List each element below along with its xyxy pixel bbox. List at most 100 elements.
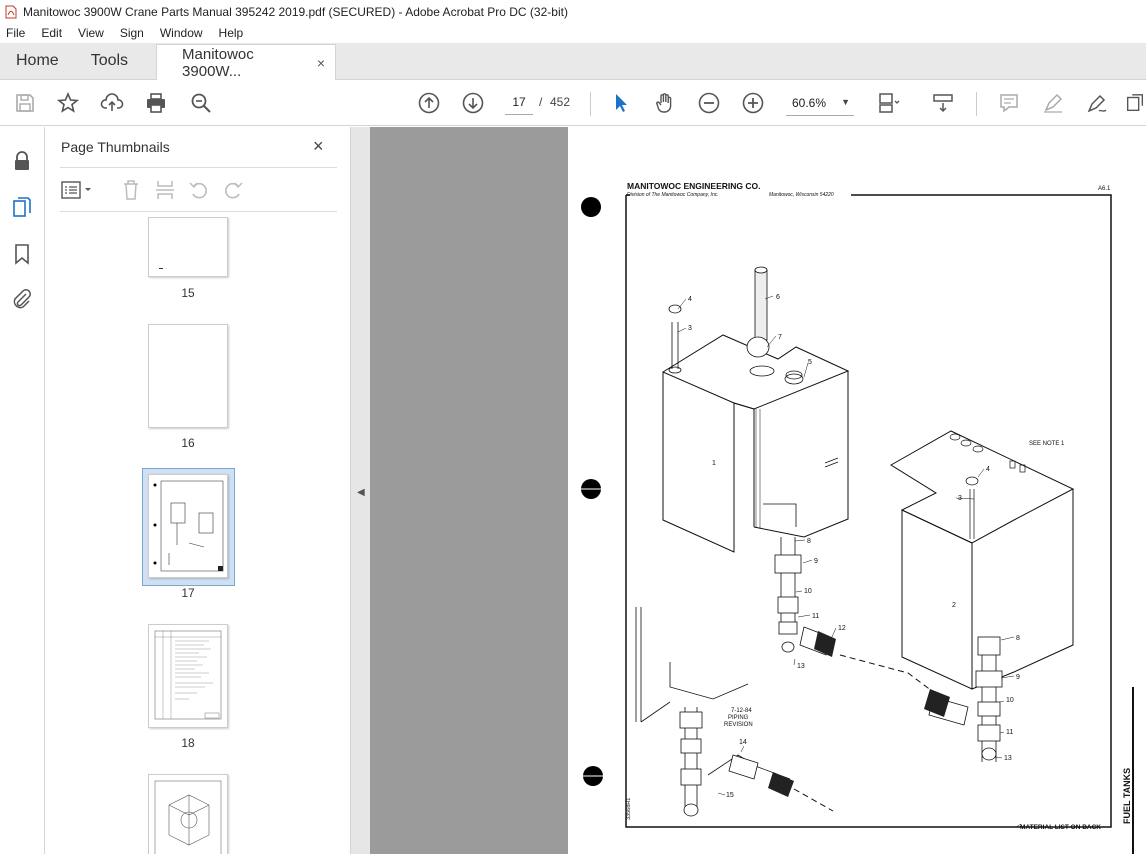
close-icon[interactable]: × xyxy=(313,136,324,157)
fit-page-icon[interactable] xyxy=(876,90,902,116)
thumbnail-label: 15 xyxy=(181,286,195,300)
pdf-page: 1 2 3 3 4 4 5 6 7 8 8 9 9 10 10 11 11 12… xyxy=(568,127,1146,854)
print-icon[interactable] xyxy=(143,90,169,116)
document-view[interactable]: 1 2 3 3 4 4 5 6 7 8 8 9 9 10 10 11 11 12… xyxy=(370,127,1146,854)
callout-11b: 11 xyxy=(1006,729,1013,736)
thumbnail-label: 17 xyxy=(181,586,195,600)
close-tab-icon[interactable]: × xyxy=(317,55,325,71)
thumbnail-label: 18 xyxy=(181,736,195,750)
acrobat-app-icon xyxy=(5,5,17,18)
rotate-right-icon[interactable] xyxy=(222,178,244,202)
attachment-icon[interactable] xyxy=(10,287,34,311)
tab-home[interactable]: Home xyxy=(0,43,75,79)
search-zoom-icon[interactable] xyxy=(188,90,214,116)
page-thumbnails-panel: Page Thumbnails × 15 16 17 18 xyxy=(45,127,387,854)
callout-9b: 9 xyxy=(1016,674,1020,681)
callout-9: 9 xyxy=(814,558,818,565)
zoom-out-icon[interactable] xyxy=(696,90,722,116)
callout-14: 14 xyxy=(739,739,747,746)
export-icon[interactable] xyxy=(1124,90,1146,116)
menu-help[interactable]: Help xyxy=(211,26,252,40)
sign-icon[interactable] xyxy=(1084,90,1110,116)
pages-icon[interactable] xyxy=(10,195,34,219)
page-down-icon[interactable] xyxy=(460,90,486,116)
rotate-left-icon[interactable] xyxy=(188,178,210,202)
delete-icon[interactable] xyxy=(120,178,142,202)
company-name: MANITOWOC ENGINEERING CO. xyxy=(627,181,761,191)
page-code: A6.1 xyxy=(1098,186,1111,192)
side-title: FUEL TANKS xyxy=(1122,768,1132,824)
hand-icon[interactable] xyxy=(652,90,678,116)
divider xyxy=(60,167,337,168)
material-list-note: MATERIAL LIST ON BACK xyxy=(1020,824,1101,831)
scroll-mode-icon[interactable] xyxy=(930,90,956,116)
callout-11: 11 xyxy=(812,613,819,620)
zoom-in-icon[interactable] xyxy=(740,90,766,116)
revision-date: 7-12-84 xyxy=(731,708,752,714)
zoom-level-value: 60.6% xyxy=(792,95,827,110)
thumbnail-label: 16 xyxy=(181,436,195,450)
thumbnail-list: 15 16 17 18 xyxy=(45,217,330,854)
revision-text-1: PIPING xyxy=(728,715,749,721)
divider xyxy=(60,211,337,212)
page-up-icon[interactable] xyxy=(416,90,442,116)
toolbar-divider xyxy=(590,92,591,116)
callout-2: 2 xyxy=(952,602,956,609)
extract-pages-icon[interactable] xyxy=(154,178,176,202)
options-menu-icon[interactable] xyxy=(60,179,96,201)
callout-6: 6 xyxy=(776,294,780,301)
page-total: 452 xyxy=(550,95,571,109)
callout-13: 13 xyxy=(797,663,805,670)
comment-icon[interactable] xyxy=(996,90,1022,116)
menu-view[interactable]: View xyxy=(70,26,112,40)
thumbnail-page[interactable] xyxy=(148,324,228,428)
chevron-down-icon: ▼ xyxy=(841,97,850,107)
menu-window[interactable]: Window xyxy=(152,26,211,40)
callout-1: 1 xyxy=(712,460,716,467)
thumbnail-page[interactable] xyxy=(148,774,228,854)
revision-text-2: REVISION xyxy=(724,722,753,728)
callout-4: 4 xyxy=(688,296,692,303)
zoom-level-select[interactable]: 60.6% ▼ xyxy=(786,90,854,116)
save-icon[interactable] xyxy=(12,90,38,116)
collapse-panel-icon[interactable]: ◀ xyxy=(357,487,365,498)
thumbnail-page[interactable] xyxy=(148,217,228,277)
title-bar: Manitowoc 3900W Crane Parts Manual 39524… xyxy=(0,0,1146,23)
drawing-number: 33568H1 xyxy=(626,798,632,820)
upload-icon[interactable] xyxy=(99,90,125,116)
callout-5: 5 xyxy=(808,359,812,366)
toolbar-divider xyxy=(976,92,977,116)
callout-3: 3 xyxy=(688,325,692,332)
callout-8: 8 xyxy=(807,538,811,545)
panel-splitter[interactable]: ◀ xyxy=(350,127,370,854)
page-separator: / xyxy=(539,95,543,109)
tab-bar: Home Tools Manitowoc 3900W... × xyxy=(0,43,1146,80)
tab-document[interactable]: Manitowoc 3900W... × xyxy=(156,44,337,80)
thumbnail-page[interactable] xyxy=(148,474,228,578)
callout-10: 10 xyxy=(804,588,812,595)
main-toolbar xyxy=(0,80,1146,126)
callout-10b: 10 xyxy=(1006,697,1014,704)
fuel-tank-drawing: 1 2 3 3 4 4 5 6 7 8 8 9 9 10 10 11 11 12… xyxy=(581,181,1134,854)
company-location: Manitowoc, Wisconsin 54220 xyxy=(769,192,834,198)
menu-sign[interactable]: Sign xyxy=(112,26,152,40)
menu-bar: File Edit View Sign Window Help xyxy=(0,23,1146,43)
thumbnail-page[interactable] xyxy=(148,624,228,728)
left-nav-rail xyxy=(0,127,45,854)
lock-icon[interactable] xyxy=(10,149,34,173)
callout-13b: 13 xyxy=(1004,755,1012,762)
callout-7: 7 xyxy=(778,334,782,341)
highlight-icon[interactable] xyxy=(1040,90,1066,116)
star-icon[interactable] xyxy=(55,90,81,116)
panel-title: Page Thumbnails xyxy=(61,139,170,155)
page-number-input[interactable]: 17 xyxy=(505,89,533,115)
callout-15: 15 xyxy=(726,792,734,799)
menu-file[interactable]: File xyxy=(0,26,33,40)
callout-12: 12 xyxy=(838,625,846,632)
callout-8b: 8 xyxy=(1016,635,1020,642)
see-note: SEE NOTE 1 xyxy=(1029,441,1065,447)
bookmark-icon[interactable] xyxy=(10,242,34,266)
tab-tools[interactable]: Tools xyxy=(75,43,144,79)
menu-edit[interactable]: Edit xyxy=(33,26,70,40)
select-cursor-icon[interactable] xyxy=(608,90,634,116)
